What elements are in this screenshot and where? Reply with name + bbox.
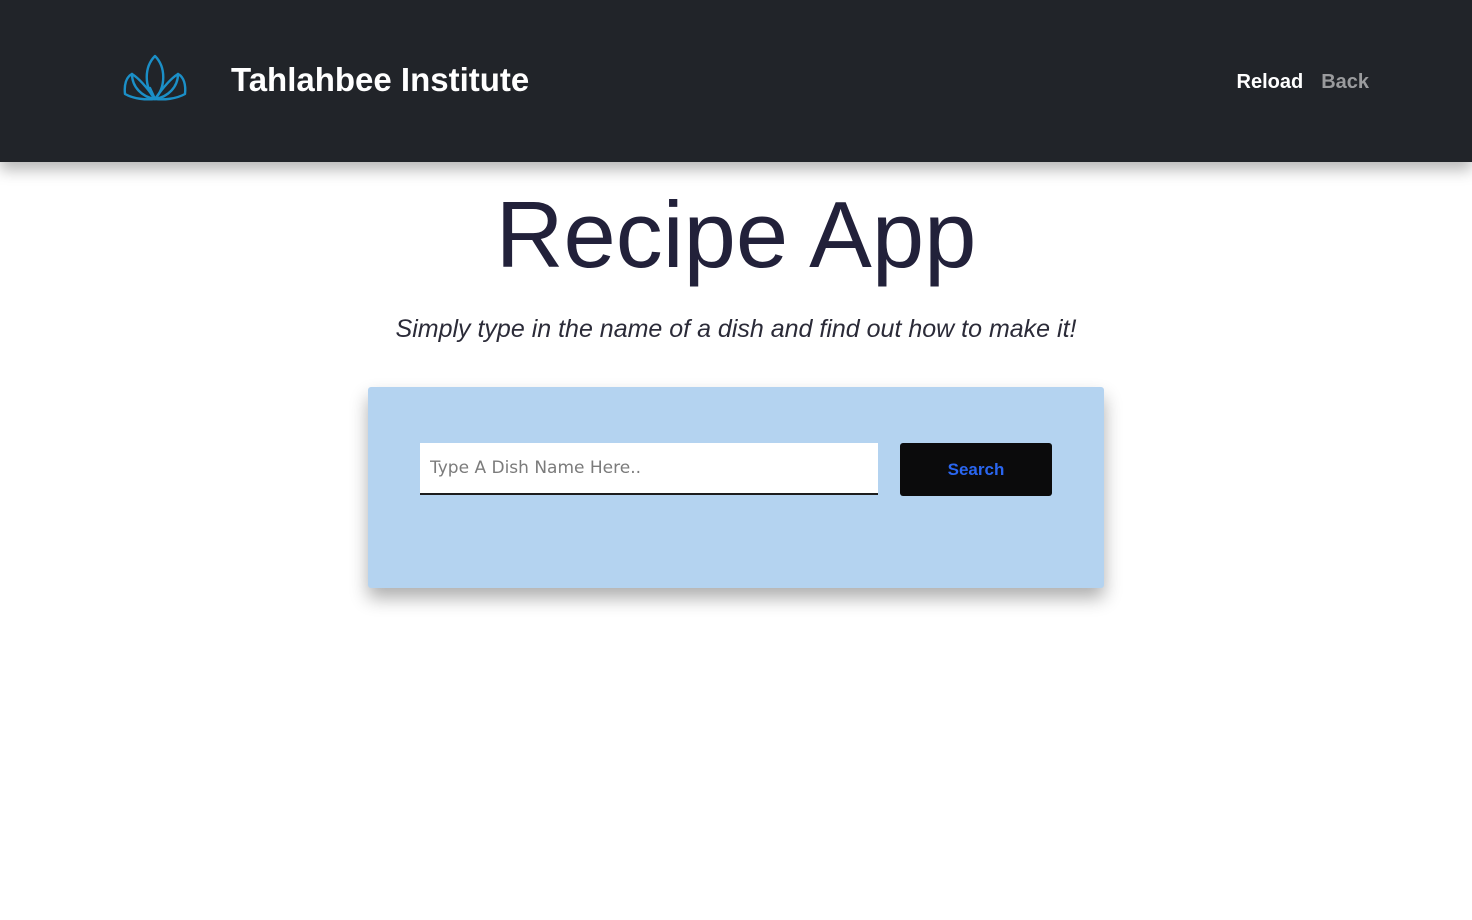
dish-search-input[interactable]: [420, 443, 878, 495]
search-button[interactable]: Search: [900, 443, 1052, 496]
lotus-icon[interactable]: [122, 53, 188, 103]
reload-link[interactable]: Reload: [1237, 68, 1304, 96]
back-link[interactable]: Back: [1321, 68, 1369, 96]
brand-name[interactable]: Tahlahbee Institute: [231, 60, 529, 100]
nav-links: Reload Back: [1237, 68, 1370, 96]
navbar: Tahlahbee Institute Reload Back: [0, 0, 1472, 162]
page-title: Recipe App: [495, 182, 977, 287]
search-card: Search: [368, 387, 1104, 588]
page-subtitle: Simply type in the name of a dish and fi…: [395, 315, 1077, 343]
